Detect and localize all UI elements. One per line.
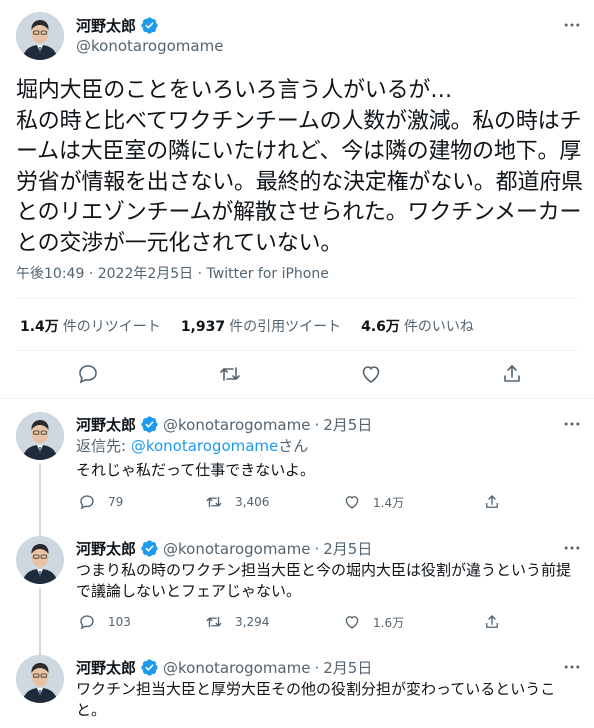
reply-count: 79 (108, 495, 124, 509)
reply-header: 河野太郎 @konotarogomame · 2月5日 (76, 414, 372, 435)
reply-header: 河野太郎 @konotarogomame · 2月5日 (76, 538, 372, 559)
retweet-arrows-icon (206, 496, 222, 508)
replying-to: 返信先: @konotarogomameさん (76, 436, 576, 456)
more-dots-icon[interactable] (562, 15, 582, 35)
divider (16, 350, 578, 351)
reply-bubble-icon (80, 495, 94, 510)
reply-text: ワクチン担当大臣と厚労大臣その他の役割分担が変わっているということ。 (76, 680, 556, 719)
retweet-arrows-icon (206, 616, 222, 628)
reply-header: 河野太郎 @konotarogomame · 2月5日 (76, 657, 372, 678)
heart-icon (345, 496, 359, 509)
reply-author-handle[interactable]: @konotarogomame (163, 416, 310, 434)
avatar-portrait-icon (16, 12, 64, 60)
likes-label: 件のいいね (403, 319, 474, 335)
verified-badge-icon (141, 540, 158, 557)
more-dots-icon[interactable] (562, 414, 582, 434)
tweet-text: 堀内大臣のことをいろいろ言う人がいるが… 私の時と比べてワクチンチームの人数が激… (16, 78, 583, 256)
reply-text: それじゃ私だって仕事できないよ。 (76, 461, 315, 479)
like-action[interactable]: 1.4万 (343, 493, 404, 511)
heart-icon (345, 616, 359, 629)
reply-actions: 103 3,294 1.6万 (76, 613, 556, 633)
likes-stat[interactable]: 4.6万 件のいいね (361, 316, 474, 336)
reply-tweet[interactable]: 河野太郎 @konotarogomame · 2月5日 つまり私の時のワクチン担… (0, 536, 594, 658)
tweet-date[interactable]: 2022年2月5日 (98, 266, 193, 282)
author-name[interactable]: 河野太郎 (76, 15, 159, 36)
share-upload-icon[interactable] (500, 362, 524, 386)
author-name-text[interactable]: 河野太郎 (76, 15, 136, 36)
reply-count: 103 (108, 615, 131, 629)
reply-actions: 79 3,406 1.4万 (76, 493, 556, 513)
author-handle[interactable]: @konotarogomame (76, 37, 223, 55)
reply-date[interactable]: 2月5日 (323, 414, 372, 435)
retweet-action[interactable]: 3,294 (205, 613, 269, 631)
meta-separator: · (314, 539, 320, 558)
tweet-meta: 午後10:49 · 2022年2月5日 · Twitter for iPhone (16, 263, 329, 283)
avatar-portrait-icon (16, 536, 64, 584)
share-action[interactable] (483, 613, 501, 631)
reply-author-avatar[interactable] (16, 655, 64, 703)
quotes-label: 件の引用ツイート (229, 319, 342, 335)
thread-line (39, 464, 41, 536)
verified-badge-icon (141, 17, 158, 34)
reply-bubble-icon (80, 615, 94, 630)
reply-author-avatar[interactable] (16, 536, 64, 584)
retweets-count: 1.4万 (20, 319, 59, 335)
tweet-time[interactable]: 午後10:49 (16, 266, 84, 282)
like-action[interactable]: 1.6万 (343, 613, 404, 631)
meta-separator: · (314, 415, 320, 434)
share-action[interactable] (483, 493, 501, 511)
verified-badge-icon (141, 416, 158, 433)
retweets-stat[interactable]: 1.4万 件のリツイート (20, 316, 161, 336)
likes-count: 4.6万 (361, 319, 400, 335)
reply-action[interactable]: 103 (78, 613, 131, 631)
divider (0, 398, 594, 399)
verified-badge-icon (141, 659, 158, 676)
reply-author-name[interactable]: 河野太郎 (76, 414, 136, 435)
replying-to-suffix: さん (278, 437, 309, 455)
reply-bubble-icon[interactable] (76, 362, 100, 386)
meta-separator: · (314, 658, 320, 677)
reply-author-avatar[interactable] (16, 412, 64, 460)
share-upload-icon (486, 615, 498, 628)
like-count: 1.6万 (373, 615, 405, 630)
avatar-portrait-icon (16, 412, 64, 460)
reply-author-name[interactable]: 河野太郎 (76, 538, 136, 559)
retweet-count: 3,294 (235, 615, 270, 629)
more-dots-icon[interactable] (562, 538, 582, 558)
heart-icon[interactable] (359, 362, 383, 386)
more-dots-icon[interactable] (562, 657, 582, 677)
retweet-arrows-icon[interactable] (218, 362, 242, 386)
like-count: 1.4万 (373, 495, 405, 510)
reply-date[interactable]: 2月5日 (323, 538, 372, 559)
tweet-stats: 1.4万 件のリツイート 1,937 件の引用ツイート 4.6万 件のいいね (20, 316, 474, 336)
meta-separator: · (197, 266, 207, 282)
tweet-actions (0, 360, 594, 390)
divider (16, 298, 578, 299)
reply-author-handle[interactable]: @konotarogomame (163, 659, 310, 677)
retweet-action[interactable]: 3,406 (205, 493, 269, 511)
reply-action[interactable]: 79 (78, 493, 123, 511)
avatar-portrait-icon (16, 655, 64, 703)
reply-text: つまり私の時のワクチン担当大臣と今の堀内大臣は役割が違うという前提で議論しないと… (76, 561, 572, 600)
retweet-count: 3,406 (235, 495, 270, 509)
quotes-stat[interactable]: 1,937 件の引用ツイート (181, 316, 341, 336)
reply-author-handle[interactable]: @konotarogomame (163, 540, 310, 558)
reply-date[interactable]: 2月5日 (323, 657, 372, 678)
quotes-count: 1,937 (180, 319, 226, 335)
tweet-source[interactable]: Twitter for iPhone (207, 266, 329, 282)
replying-to-prefix: 返信先: (76, 437, 131, 455)
reply-author-name[interactable]: 河野太郎 (76, 657, 136, 678)
reply-tweet[interactable]: 河野太郎 @konotarogomame · 2月5日 ワクチン担当大臣と厚労大… (0, 655, 594, 728)
meta-separator: · (88, 266, 98, 282)
reply-tweet[interactable]: 河野太郎 @konotarogomame · 2月5日 返信先: @konota… (0, 412, 594, 536)
replying-to-handle-link[interactable]: @konotarogomame (131, 437, 278, 455)
thread-line (39, 588, 41, 658)
author-avatar[interactable] (16, 12, 64, 60)
retweets-label: 件のリツイート (62, 319, 161, 335)
share-upload-icon (486, 495, 498, 508)
